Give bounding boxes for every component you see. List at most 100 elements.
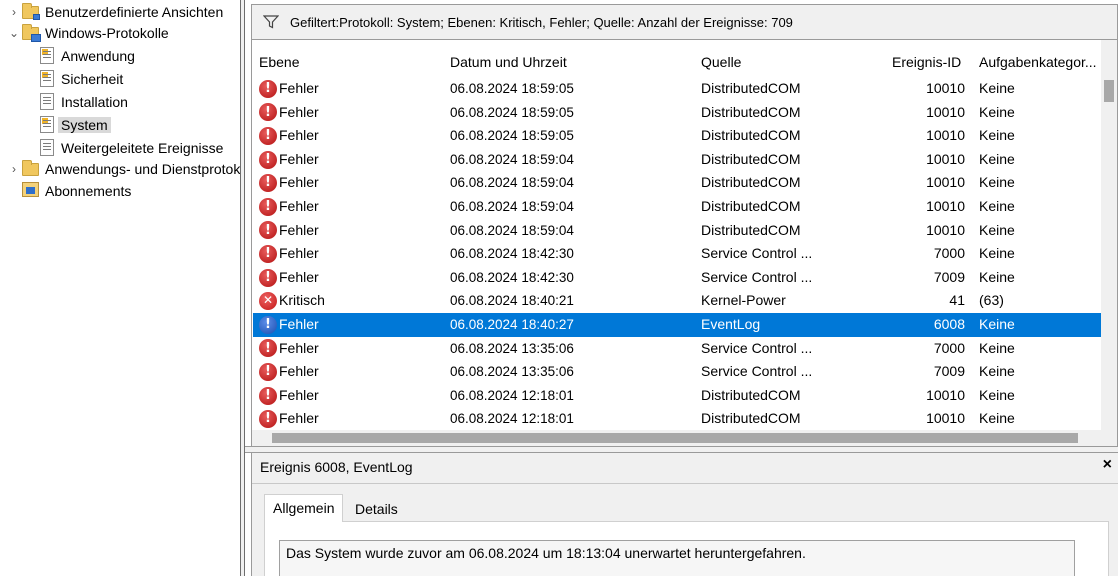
events-grid: Ebene Datum und Uhrzeit Quelle Ereignis-… [251, 40, 1118, 446]
tree-item-label: Windows-Protokolle [45, 24, 169, 41]
level-cell: ✕ Kritisch [259, 289, 439, 313]
level-text: Fehler [279, 316, 319, 332]
table-row[interactable]: ! Fehler 06.08.2024 18:40:27 EventLog 6008 Ke… [253, 313, 1103, 337]
date-cell: 06.08.2024 18:59:04 [450, 151, 574, 167]
table-row[interactable]: ! Fehler 06.08.2024 13:35:06 Service Contro… [253, 360, 1103, 384]
filter-funnel-icon [260, 15, 282, 29]
detail-title: Ereignis 6008, EventLog [260, 459, 413, 475]
horizontal-scroll-thumb[interactable] [272, 433, 1078, 443]
table-row[interactable]: ! Fehler 06.08.2024 18:59:05 DistributedCOM… [253, 124, 1103, 148]
date-cell: 06.08.2024 13:35:06 [450, 364, 574, 380]
table-row[interactable]: ! Fehler 06.08.2024 18:42:30 Service Contro… [253, 266, 1103, 290]
filter-description: Gefiltert:Protokoll: System; Ebenen: Kri… [290, 14, 793, 30]
level-text: Fehler [279, 127, 319, 144]
tree-item-label: Sicherheit [61, 70, 124, 87]
event-id-cell: 10010 [926, 410, 965, 427]
table-row[interactable]: ! Fehler 06.08.2024 12:18:01 DistributedCOM… [253, 407, 1103, 431]
task-category-cell: Keine [979, 80, 1015, 96]
date-cell: 06.08.2024 18:59:04 [450, 222, 574, 238]
tree-item-security[interactable]: Sicherheit [36, 67, 123, 90]
log-icon [38, 46, 56, 65]
pane-separator[interactable] [245, 446, 1118, 453]
task-category-cell: Keine [979, 410, 1015, 427]
level-cell: ! Fehler [259, 77, 439, 101]
error-icon: ! [259, 79, 277, 98]
task-category-cell: (63) [979, 292, 1004, 309]
level-text: Fehler [279, 268, 319, 285]
table-row[interactable]: ! Fehler 06.08.2024 18:59:04 DistributedCOM… [253, 148, 1103, 172]
level-cell: ! Fehler [259, 242, 439, 266]
table-row[interactable]: ! Fehler 06.08.2024 13:35:06 Service Contro… [253, 337, 1103, 361]
tab-details[interactable]: Details [347, 496, 406, 522]
event-id-cell: 10010 [926, 174, 965, 191]
source-cell: DistributedCOM [701, 127, 801, 144]
event-id-cell: 6008 [933, 316, 965, 332]
table-row[interactable]: ! Fehler 06.08.2024 18:59:05 DistributedCOM… [253, 77, 1103, 101]
chevron-down-icon[interactable]: ⌄ [8, 26, 20, 40]
task-category-cell: Keine [979, 174, 1015, 191]
horizontal-scrollbar[interactable] [252, 430, 1103, 446]
source-cell: Kernel-Power [701, 292, 786, 309]
source-cell: Service Control ... [701, 245, 813, 262]
error-icon: ! [259, 103, 277, 122]
vertical-scroll-thumb[interactable] [1104, 80, 1114, 102]
table-row[interactable]: ! Fehler 06.08.2024 18:59:05 DistributedCOM… [253, 101, 1103, 125]
tree-item-application[interactable]: Anwendung [36, 44, 135, 67]
level-text: Fehler [279, 245, 319, 262]
tree-item-label: Installation [61, 93, 128, 110]
level-cell: ! Fehler [259, 148, 439, 172]
windows-logs-folder-icon [22, 23, 41, 42]
error-icon: ! [259, 410, 277, 429]
column-header-date[interactable]: Datum und Uhrzeit [450, 48, 567, 76]
tab-general[interactable]: Allgemein [264, 494, 344, 522]
task-category-cell: Keine [979, 198, 1015, 214]
column-header-event-id[interactable]: Ereignis-ID [892, 48, 961, 76]
date-cell: 06.08.2024 13:35:06 [450, 340, 574, 356]
error-icon: ! [259, 315, 277, 334]
tree-item-system[interactable]: System [36, 113, 111, 136]
level-text: Fehler [279, 150, 319, 167]
level-cell: ! Fehler [259, 219, 439, 243]
tree-item-setup[interactable]: Installation [36, 90, 128, 113]
grid-header: Ebene Datum und Uhrzeit Quelle Ereignis-… [252, 48, 1112, 76]
error-icon: ! [259, 197, 277, 216]
level-text: Kritisch [279, 292, 325, 309]
level-cell: ! Fehler [259, 124, 439, 148]
level-cell: ! Fehler [259, 313, 439, 337]
vertical-scrollbar[interactable] [1101, 40, 1117, 446]
event-id-cell: 10010 [926, 198, 965, 214]
level-text: Fehler [279, 410, 319, 427]
table-row[interactable]: ✕ Kritisch 06.08.2024 18:40:21 Kernel-Power… [253, 289, 1103, 313]
table-row[interactable]: ! Fehler 06.08.2024 18:59:04 DistributedCOM… [253, 219, 1103, 243]
level-text: Fehler [279, 80, 319, 96]
error-icon: ! [259, 268, 277, 287]
log-icon [38, 92, 56, 111]
tree-item-subscriptions[interactable]: Abonnements [20, 179, 131, 202]
tree-item-forwarded-events[interactable]: Weitergeleitete Ereignisse [36, 136, 223, 159]
source-cell: DistributedCOM [701, 410, 801, 427]
table-row[interactable]: ! Fehler 06.08.2024 12:18:01 DistributedCOM… [253, 384, 1103, 408]
table-row[interactable]: ! Fehler 06.08.2024 18:42:30 Service Contro… [253, 242, 1103, 266]
source-cell: DistributedCOM [701, 80, 801, 96]
table-row[interactable]: ! Fehler 06.08.2024 18:59:04 DistributedCOM… [253, 171, 1103, 195]
tab-content: Das System wurde zuvor am 06.08.2024 um … [264, 521, 1109, 576]
column-header-task-category[interactable]: Aufgabenkategor... [979, 48, 1097, 76]
error-icon: ! [259, 174, 277, 193]
chevron-right-icon[interactable]: › [8, 162, 20, 176]
close-icon[interactable]: × [1103, 456, 1112, 474]
error-icon: ! [259, 244, 277, 263]
table-row[interactable]: ! Fehler 06.08.2024 18:59:04 DistributedCOM… [253, 195, 1103, 219]
column-header-source[interactable]: Quelle [701, 48, 741, 76]
filter-bar: Gefiltert:Protokoll: System; Ebenen: Kri… [251, 4, 1118, 40]
event-message: Das System wurde zuvor am 06.08.2024 um … [279, 540, 1075, 576]
tree-item-app-services-logs[interactable]: › Anwendungs- und Dienstprotokolle [8, 157, 240, 180]
error-icon: ! [259, 150, 277, 169]
tree-item-custom-views[interactable]: › Benutzerdefinierte Ansichten [8, 0, 223, 23]
event-id-cell: 10010 [926, 103, 965, 120]
tree-item-windows-logs[interactable]: ⌄ Windows-Protokolle [8, 21, 169, 44]
column-header-level[interactable]: Ebene [259, 48, 299, 76]
level-cell: ! Fehler [259, 195, 439, 219]
task-category-cell: Keine [979, 339, 1015, 356]
chevron-right-icon[interactable]: › [8, 5, 20, 19]
tree-item-label: Abonnements [45, 182, 132, 199]
